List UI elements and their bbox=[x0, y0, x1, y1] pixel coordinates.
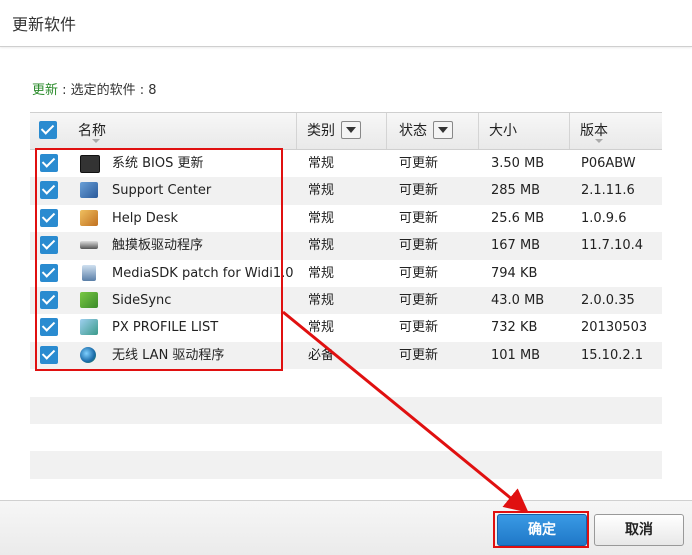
annotation-arrow bbox=[282, 310, 529, 513]
